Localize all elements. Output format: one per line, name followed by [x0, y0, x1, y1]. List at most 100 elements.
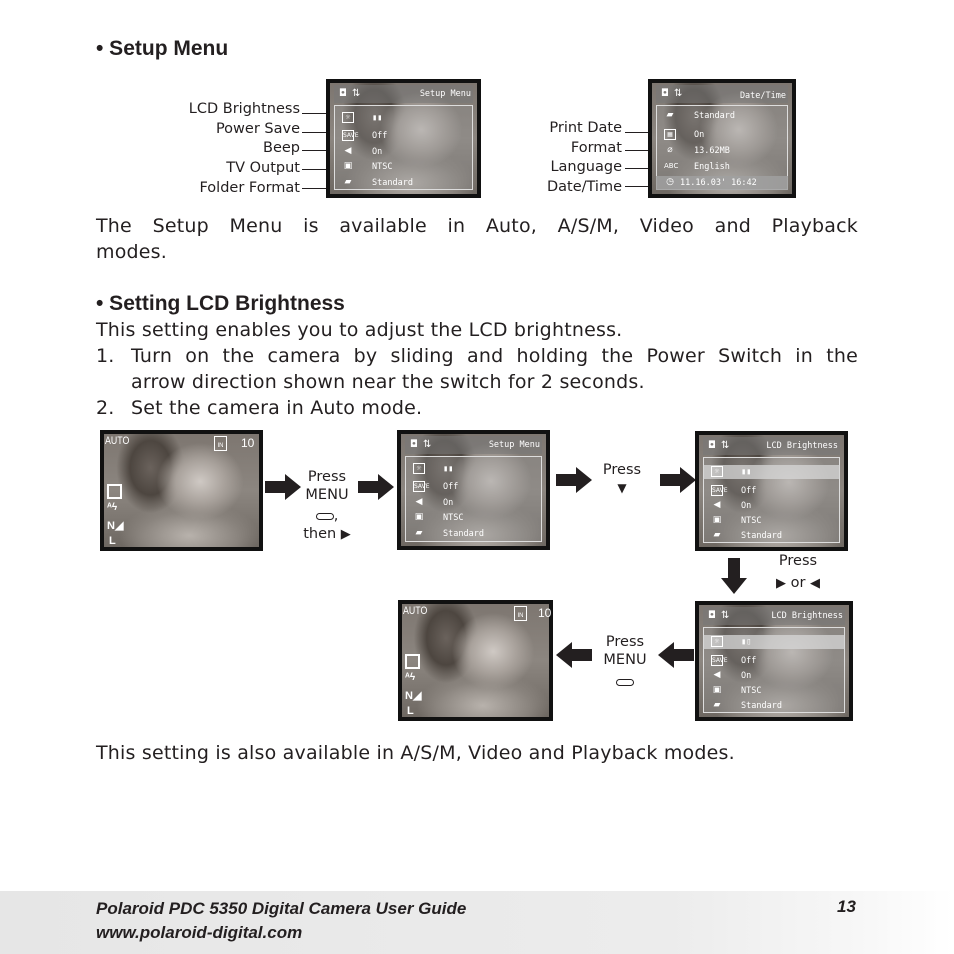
- screen-title: Date/Time: [739, 91, 786, 101]
- folder-value: Standard: [694, 111, 735, 121]
- lcd-brightness-icon: ☼: [711, 466, 723, 477]
- folder-format-value: Standard: [741, 531, 782, 541]
- setup-menu-description-line2: modes.: [96, 241, 168, 263]
- power-save-value: Off: [443, 482, 459, 492]
- screen-title: LCD Brightness: [771, 611, 843, 621]
- step-2-text: Set the camera in Auto mode.: [131, 397, 423, 419]
- comma: ,: [333, 508, 339, 524]
- beep-value: On: [372, 147, 383, 157]
- setup-menu-description-line1: The Setup Menu is available in Auto, A/S…: [96, 215, 858, 237]
- print-date-value: On: [694, 130, 705, 140]
- callout-language: Language: [550, 159, 622, 175]
- tv-output-value: NTSC: [372, 162, 393, 172]
- beep-icon: ◀: [344, 146, 352, 156]
- step-press-down-label: Press ▼: [596, 461, 648, 497]
- lcd-brightness-icon: ☼: [711, 636, 723, 647]
- setup-icon: ⇅: [721, 440, 730, 451]
- menu-text: MENU: [305, 487, 349, 503]
- quality-icon: N◢: [107, 520, 124, 532]
- right-arrow-icon: [660, 467, 696, 493]
- right-triangle-icon: ▶: [340, 527, 351, 542]
- camera-screen-date-time: ◘ ⇅ Date/Time ▰ Standard ▦ On ⌀ 13.62MB ABC…: [648, 79, 796, 198]
- beep-icon: ◀: [713, 670, 721, 680]
- date-time-value: 11.16.03' 16:42: [680, 178, 757, 188]
- language-value: English: [694, 162, 730, 172]
- power-save-icon: SAVE: [342, 130, 359, 141]
- footer-url[interactable]: www.polaroid-digital.com: [96, 923, 302, 943]
- camera-icon: ◘: [661, 88, 669, 99]
- screen-title: LCD Brightness: [766, 441, 838, 451]
- memory-icon: IN: [514, 606, 527, 621]
- format-value: 13.62MB: [694, 146, 730, 156]
- mode-indicator: AUTO: [403, 605, 428, 617]
- power-save-icon: SAVE: [413, 481, 430, 492]
- camera-screen-lcd-brightness: ◘ ⇅ LCD Brightness ☼ ▮▮ SAVE Off ◀ On ▣ NTSC…: [695, 431, 848, 551]
- image-size: L: [407, 705, 414, 717]
- format-icon: ⌀: [667, 145, 673, 155]
- tv-output-icon: ▣: [343, 161, 353, 171]
- step-press-menu-exit-label: Press MENU: [594, 633, 656, 691]
- section-heading-setup-menu: • Setup Menu: [96, 37, 229, 60]
- lcd-brightness-icon: ☼: [342, 112, 354, 123]
- page-footer: Polaroid PDC 5350 Digital Camera User Gu…: [0, 891, 954, 954]
- flash-auto-icon: ᴬϟ: [107, 502, 118, 513]
- callout-folder-format: Folder Format: [199, 180, 300, 196]
- beep-value: On: [741, 501, 752, 511]
- right-arrow-icon: [556, 467, 592, 493]
- folder-icon: ▰: [666, 110, 674, 120]
- beep-icon: ◀: [713, 500, 721, 510]
- step-press-left-right-label: Press ▶ or ◀: [763, 552, 833, 593]
- callout-date-time: Date/Time: [546, 179, 622, 195]
- setup-icon: ⇅: [721, 610, 730, 621]
- callout-print-date: Print Date: [549, 120, 622, 136]
- left-triangle-icon: ◀: [810, 576, 821, 591]
- menu-text: MENU: [603, 652, 647, 668]
- press-text: Press: [778, 553, 818, 569]
- menu-button-icon: [315, 513, 334, 520]
- folder-format-value: Standard: [741, 701, 782, 711]
- shots-remaining: 10: [241, 436, 255, 450]
- then-text: then: [303, 526, 337, 542]
- camera-screen-live-view-2: AUTO IN 10 ᴬϟ N◢ L: [398, 600, 553, 721]
- step-2-number: 2.: [96, 397, 115, 419]
- left-arrow-icon: [556, 642, 592, 668]
- camera-screen-live-view: AUTO IN 10 ᴬϟ N◢ L: [100, 430, 263, 551]
- camera-screen-setup-menu-2: ◘ ⇅ Setup Menu ☼ ▮▮ SAVE Off ◀ On ▣ NTSC ▰ St…: [397, 430, 550, 550]
- screen-title: Setup Menu: [419, 89, 471, 99]
- press-text: Press: [602, 462, 642, 478]
- folder-icon: ▰: [713, 700, 721, 710]
- camera-screen-setup-menu: ◘ ⇅ Setup Menu ☼ ▮▮ SAVE Off ◀ On ▣ NTSC ▰ St…: [326, 79, 481, 198]
- image-size: L: [109, 535, 116, 547]
- step-1-line2: arrow direction shown near the switch fo…: [131, 371, 645, 393]
- down-triangle-icon: ▼: [617, 481, 627, 495]
- shots-remaining: 10: [538, 606, 552, 620]
- callout-tv-output: TV Output: [226, 160, 300, 176]
- folder-icon: ▰: [415, 528, 423, 538]
- single-shot-icon: [107, 484, 122, 499]
- screen-title: Setup Menu: [488, 440, 540, 450]
- setup-icon: ⇅: [352, 88, 361, 99]
- callout-lcd-brightness: LCD Brightness: [188, 101, 300, 117]
- flash-auto-icon: ᴬϟ: [405, 672, 416, 683]
- beep-value: On: [443, 498, 454, 508]
- brightness-level: ▮▮: [741, 467, 752, 477]
- callout-power-save: Power Save: [215, 121, 300, 137]
- page-number: 13: [837, 897, 856, 916]
- power-save-icon: SAVE: [711, 655, 728, 666]
- lcd-intro: This setting enables you to adjust the L…: [96, 319, 623, 341]
- down-arrow-icon: [721, 558, 747, 594]
- camera-icon: ◘: [708, 440, 716, 451]
- callout-beep: Beep: [263, 140, 300, 156]
- single-shot-icon: [405, 654, 420, 669]
- callout-format: Format: [570, 140, 622, 156]
- power-save-value: Off: [372, 131, 388, 141]
- step-1-number: 1.: [96, 345, 115, 367]
- print-date-icon: ▦: [664, 129, 676, 140]
- clock-icon: ◷: [666, 177, 674, 187]
- tv-output-icon: ▣: [712, 685, 722, 695]
- memory-icon: IN: [214, 436, 227, 451]
- closing-note: This setting is also available in A/S/M,…: [96, 742, 735, 764]
- lcd-brightness-icon: ☼: [413, 463, 425, 474]
- beep-icon: ◀: [415, 497, 423, 507]
- quality-icon: N◢: [405, 690, 422, 702]
